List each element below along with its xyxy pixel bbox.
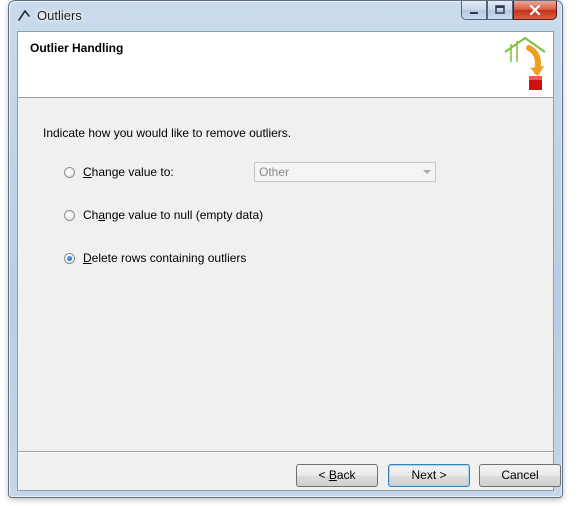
caption-buttons xyxy=(461,1,557,21)
option-change-value[interactable]: Change value to: xyxy=(64,165,174,179)
footer-separator xyxy=(18,451,553,453)
radio-delete-rows[interactable] xyxy=(64,252,75,264)
data-transform-icon xyxy=(504,36,546,90)
option-change-to-null[interactable]: Change value to null (empty data) xyxy=(64,208,263,222)
next-button[interactable]: Next > xyxy=(388,464,470,487)
radio-change-to-null[interactable] xyxy=(64,209,75,221)
page-title: Outlier Handling xyxy=(30,41,124,55)
replacement-value-combo[interactable]: Other xyxy=(254,162,436,182)
dialog-window: Outliers Outlier Handling Indicate how y… xyxy=(8,0,563,498)
instruction-text: Indicate how you would like to remove ou… xyxy=(43,126,292,140)
title-bar[interactable]: Outliers xyxy=(9,1,562,31)
option-delete-rows-label: Delete rows containing outliers xyxy=(83,251,247,265)
wizard-client-area: Outlier Handling Indicate how you would … xyxy=(17,31,561,491)
close-button[interactable] xyxy=(513,1,557,20)
chevron-down-icon xyxy=(423,170,431,174)
cancel-button[interactable]: Cancel xyxy=(479,464,561,487)
back-button[interactable]: < Back xyxy=(296,464,378,487)
option-delete-rows[interactable]: Delete rows containing outliers xyxy=(64,251,246,265)
wizard-app-icon xyxy=(18,10,30,21)
close-icon xyxy=(529,5,541,15)
option-change-value-label: Change value to: xyxy=(83,165,174,179)
minimize-button[interactable] xyxy=(461,1,487,20)
maximize-button[interactable] xyxy=(487,1,513,20)
maximize-icon xyxy=(495,5,505,14)
option-change-to-null-label: Change value to null (empty data) xyxy=(83,208,264,222)
radio-change-value[interactable] xyxy=(64,166,75,178)
wizard-header: Outlier Handling xyxy=(18,32,553,98)
window-title: Outliers xyxy=(37,8,82,23)
replacement-value-text: Other xyxy=(259,165,290,179)
minimize-icon xyxy=(470,12,478,14)
